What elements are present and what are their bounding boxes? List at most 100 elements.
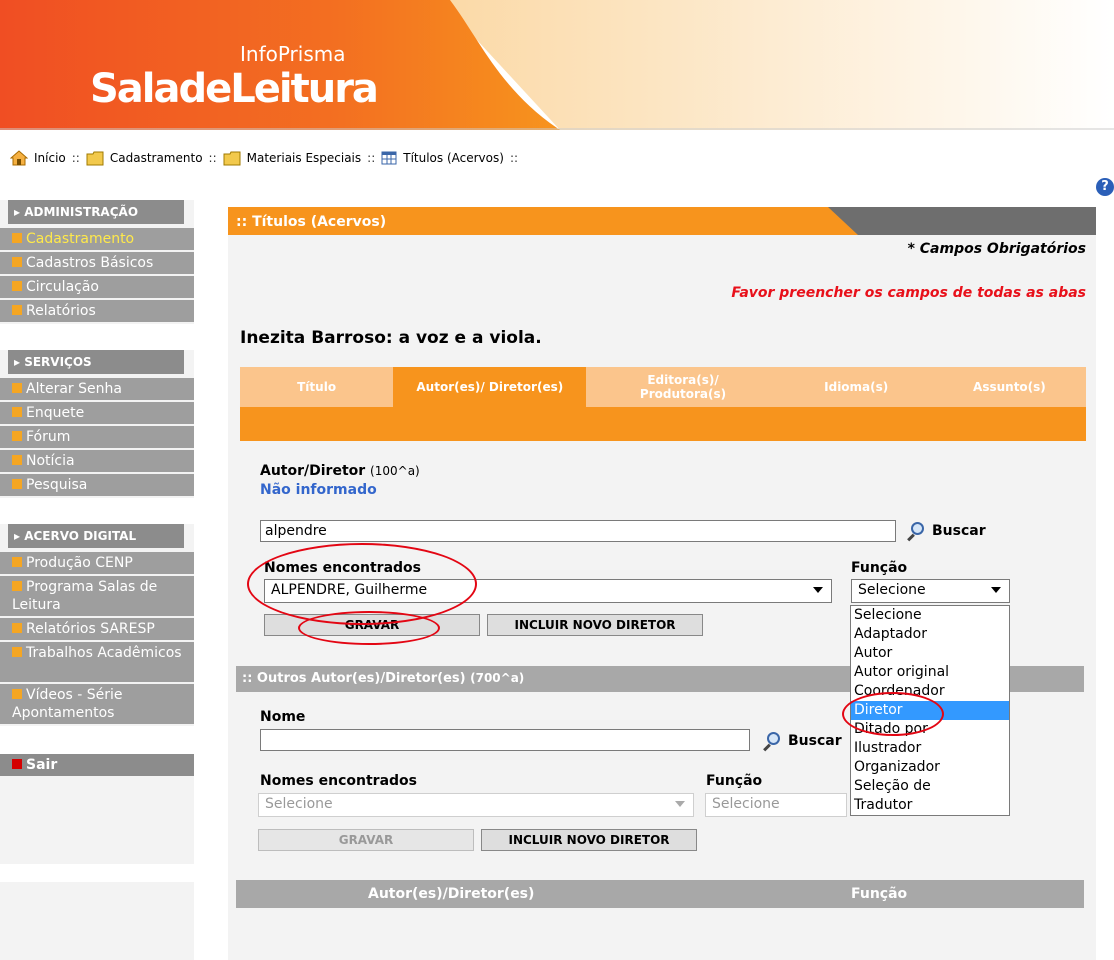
col-funcao: Função [851, 886, 908, 902]
sidebar-group-title: ▸ ADMINISTRAÇÃO [8, 200, 184, 224]
tab-bar: Título Autor(es)/ Diretor(es) Editora(s)… [240, 367, 1087, 407]
sidebar-item-noticia[interactable]: Notícia [0, 450, 194, 472]
nomes-encontrados-select[interactable]: ALPENDRE, Guilherme [264, 579, 832, 603]
funcao-option[interactable]: Ditado por [851, 720, 1009, 739]
folder-icon [86, 151, 104, 165]
buscar-outros-button[interactable]: Buscar [762, 732, 842, 752]
brand-subtitle: InfoPrisma [240, 42, 346, 66]
outros-nomes-select[interactable]: Selecione [258, 793, 694, 817]
autor-search-input[interactable]: alpendre [260, 520, 896, 542]
sidebar-item-programa-salas[interactable]: Programa Salas de Leitura [0, 576, 194, 616]
bullet-icon [12, 257, 22, 267]
tab-assuntos[interactable]: Assunto(s) [932, 367, 1087, 407]
bullet-icon [12, 581, 22, 591]
breadcrumb-label: Materiais Especiais [246, 151, 362, 165]
help-icon[interactable]: ? [1096, 178, 1114, 196]
sidebar-item-pesquisa[interactable]: Pesquisa [0, 474, 194, 496]
sidebar-item-cadastros-basicos[interactable]: Cadastros Básicos [0, 252, 194, 274]
breadcrumb-separator: :: [71, 151, 80, 165]
breadcrumb-separator: :: [208, 151, 217, 165]
tab-editoras[interactable]: Editora(s)/ Produtora(s) [586, 367, 780, 407]
breadcrumb-titulos[interactable]: Títulos (Acervos) [381, 151, 504, 165]
bullet-icon [12, 689, 22, 699]
funcao-option[interactable]: Organizador [851, 758, 1009, 777]
outros-incluir-button[interactable]: INCLUIR NOVO DIRETOR [481, 829, 697, 851]
bullet-icon [12, 759, 22, 769]
nomes-encontrados-label: Nomes encontrados [264, 560, 421, 576]
funcao-option[interactable]: Ilustrador [851, 739, 1009, 758]
sidebar-item-forum[interactable]: Fórum [0, 426, 194, 448]
outros-code: (700^a) [470, 671, 525, 685]
sidebar-item-trabalhos-academicos[interactable]: Trabalhos Acadêmicos [0, 642, 194, 682]
funcao-option[interactable]: Selecione [851, 606, 1009, 625]
funcao-option[interactable]: Adaptador [851, 625, 1009, 644]
bullet-icon [12, 557, 22, 567]
autor-status: Não informado [260, 482, 377, 498]
outros-nomes-label: Nomes encontrados [260, 773, 417, 789]
search-icon [762, 732, 780, 752]
autor-code: (100^a) [370, 464, 420, 478]
sidebar-group-title: ▸ SERVIÇOS [8, 350, 184, 374]
sidebar-item-producao-cenp[interactable]: Produção CENP [0, 552, 194, 574]
nome-input[interactable] [260, 729, 750, 751]
bullet-icon [12, 383, 22, 393]
funcao-select[interactable]: Selecione [851, 579, 1010, 603]
tab-label: Editora(s)/ Produtora(s) [639, 373, 727, 401]
funcao-option[interactable]: Coordenador [851, 682, 1009, 701]
sidebar-item-cadastramento[interactable]: Cadastramento [0, 228, 194, 250]
chevron-down-icon [675, 801, 685, 807]
panel-title: :: Títulos (Acervos) [236, 214, 387, 230]
sidebar-group-servicos: ▸ SERVIÇOS [0, 350, 194, 378]
home-icon [10, 150, 28, 166]
breadcrumb-separator: :: [509, 151, 519, 165]
sidebar-item-enquete[interactable]: Enquete [0, 402, 194, 424]
buscar-button[interactable]: Buscar [906, 522, 986, 542]
bullet-icon [12, 647, 22, 657]
outros-gravar-button[interactable]: GRAVAR [258, 829, 474, 851]
results-table-header: Autor(es)/Diretor(es) Função [236, 880, 1084, 908]
sidebar-item-relatorios-saresp[interactable]: Relatórios SARESP [0, 618, 194, 640]
sidebar-spacer [0, 864, 194, 882]
sidebar-spacer [0, 498, 194, 524]
tab-idiomas[interactable]: Idioma(s) [779, 367, 933, 407]
funcao-option[interactable]: Tradutor [851, 796, 1009, 815]
sidebar-item-circulacao[interactable]: Circulação [0, 276, 194, 298]
bullet-icon [12, 407, 22, 417]
breadcrumb-inicio[interactable]: Início [10, 150, 66, 166]
buscar-label: Buscar [932, 523, 986, 539]
sidebar-item-relatorios[interactable]: Relatórios [0, 300, 194, 322]
funcao-option[interactable]: Seleção de [851, 777, 1009, 796]
bullet-icon [12, 431, 22, 441]
funcao-dropdown-list: Selecione Adaptador Autor Autor original… [850, 605, 1010, 816]
funcao-label: Função [851, 560, 908, 576]
bullet-icon [12, 455, 22, 465]
tab-autores[interactable]: Autor(es)/ Diretor(es) [393, 367, 587, 407]
title-bar-shape [828, 207, 1096, 235]
sidebar-item-alterar-senha[interactable]: Alterar Senha [0, 378, 194, 400]
sidebar-item-videos-serie[interactable]: Vídeos - Série Apontamentos [0, 684, 194, 724]
sidebar-spacer [0, 726, 194, 754]
tab-label: Autor(es)/ Diretor(es) [416, 380, 564, 394]
breadcrumb-label: Cadastramento [109, 151, 203, 165]
sidebar-item-sair[interactable]: Sair [0, 754, 194, 776]
funcao-option-selected[interactable]: Diretor [851, 701, 1009, 720]
tab-titulo[interactable]: Título [240, 367, 394, 407]
header-banner: InfoPrisma SaladeLeitura [0, 0, 1114, 130]
breadcrumb-materiais-especiais[interactable]: Materiais Especiais [223, 151, 362, 166]
sidebar-group-administracao: ▸ ADMINISTRAÇÃO [0, 200, 194, 228]
outros-funcao-label: Função [706, 773, 763, 789]
sidebar-group-title: ▸ ACERVO DIGITAL [8, 524, 184, 548]
gravar-button[interactable]: GRAVAR [264, 614, 480, 636]
buscar-label: Buscar [788, 733, 842, 749]
sidebar: ▸ ADMINISTRAÇÃO Cadastramento Cadastros … [0, 200, 194, 960]
breadcrumb-label: Início [34, 151, 66, 165]
autor-label: Autor/Diretor (100^a) [260, 463, 420, 479]
tab-content-strip [240, 407, 1086, 441]
breadcrumb-cadastramento[interactable]: Cadastramento [86, 151, 203, 166]
funcao-option[interactable]: Autor [851, 644, 1009, 663]
funcao-option[interactable]: Autor original [851, 663, 1009, 682]
search-icon [906, 522, 924, 542]
outros-funcao-select[interactable]: Selecione [705, 793, 847, 817]
panel-title-bar: :: Títulos (Acervos) [228, 207, 1096, 235]
incluir-novo-diretor-button[interactable]: INCLUIR NOVO DIRETOR [487, 614, 703, 636]
